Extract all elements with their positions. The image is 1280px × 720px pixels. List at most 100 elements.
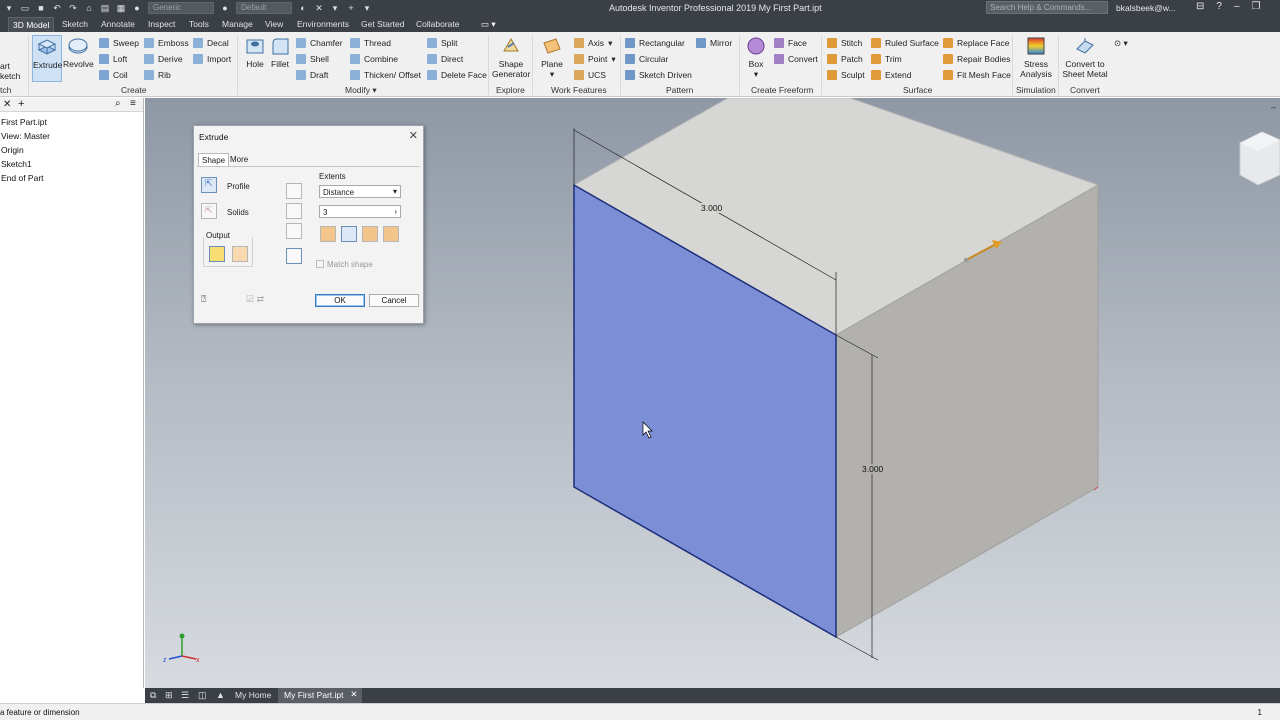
ok-button[interactable]: OK (315, 294, 365, 307)
surface-output-button[interactable] (232, 246, 248, 262)
ruled-surface-button[interactable]: Ruled Surface (871, 37, 939, 49)
tab-collaborate[interactable]: Collaborate (416, 19, 459, 29)
loft-button[interactable]: Loft (99, 53, 127, 65)
width-dimension-label[interactable]: 3.000 (700, 203, 724, 213)
home-icon[interactable]: ⌂ (84, 3, 94, 13)
modify-group-label[interactable]: Modify ▾ (345, 85, 377, 96)
appearance-combo[interactable]: Generic (148, 2, 214, 14)
rectangular-pattern-button[interactable]: Rectangular (625, 37, 685, 49)
new-icon[interactable]: ▾ (4, 3, 14, 13)
customize-icon[interactable]: ▾ (362, 3, 372, 13)
viewport-minimize-icon[interactable]: – (1271, 102, 1276, 112)
window-list-icon[interactable]: ▲ (216, 690, 225, 700)
match-shape-checkbox[interactable] (316, 260, 324, 268)
ribbon-panel-options-button[interactable]: ⊙ ▾ (1114, 37, 1128, 49)
derive-button[interactable]: Derive (144, 53, 183, 65)
material-icon[interactable]: ● (220, 3, 230, 13)
rib-button[interactable]: Rib (144, 69, 171, 81)
decal-button[interactable]: Decal (193, 37, 229, 49)
trim-button[interactable]: Trim (871, 53, 902, 65)
appearance-icon[interactable]: ● (132, 3, 142, 13)
cascade-icon[interactable]: ⧉ (150, 690, 156, 701)
circular-pattern-button[interactable]: Circular (625, 53, 668, 65)
direction2-button[interactable] (341, 226, 357, 242)
tab-manage[interactable]: Manage (222, 19, 253, 29)
tab-environments[interactable]: Environments (297, 19, 349, 29)
face-button[interactable]: Face (774, 37, 807, 49)
select-icon[interactable]: ▦ (116, 3, 126, 13)
sweep-button[interactable]: Sweep (99, 37, 139, 49)
tab-sketch[interactable]: Sketch (62, 19, 88, 29)
mirror-button[interactable]: Mirror (696, 37, 732, 49)
browser-item-part[interactable]: First Part.ipt (1, 117, 47, 127)
axis-button[interactable]: Axis ▾ (574, 37, 612, 49)
save-icon[interactable]: ■ (36, 3, 46, 13)
undo-icon[interactable]: ↶ (52, 3, 62, 13)
tab-inspect[interactable]: Inspect (148, 19, 175, 29)
shape-generator-button[interactable]: Shape Generator (492, 35, 530, 79)
sculpt-button[interactable]: Sculpt (827, 69, 865, 81)
sketch-driven-pattern-button[interactable]: Sketch Driven (625, 69, 692, 81)
help-icon[interactable]: ⍰ (201, 294, 206, 305)
minimize-icon[interactable]: – (1234, 1, 1240, 12)
tab-more[interactable]: More (227, 153, 251, 166)
from-face-button[interactable] (286, 183, 302, 199)
add-panel-icon[interactable]: + (18, 98, 24, 110)
user-account[interactable]: bkalsbeek@w... (1116, 3, 1176, 13)
box-button[interactable]: Box ▾ (741, 35, 771, 79)
direction1-button[interactable] (320, 226, 336, 242)
thicken-offset-button[interactable]: Thicken/ Offset (350, 69, 421, 81)
adjust-icon[interactable]: ▾ (330, 3, 340, 13)
plane-button[interactable]: Plane ▾ (537, 35, 567, 79)
shell-button[interactable]: Shell (296, 53, 329, 65)
open-icon[interactable]: ▭ (20, 3, 30, 13)
tab-view[interactable]: View (265, 19, 283, 29)
extents-type-select[interactable]: Distance ▾ (319, 185, 401, 198)
print-icon[interactable]: ▤ (100, 3, 110, 13)
search-icon[interactable]: ⌕ (115, 98, 121, 109)
replace-face-button[interactable]: Replace Face (943, 37, 1009, 49)
browser-item-sketch1[interactable]: Sketch1 (1, 159, 32, 169)
direction-flip-button[interactable] (286, 248, 302, 264)
ribbon-options-icon[interactable]: ▭ ▾ (481, 19, 496, 30)
direct-button[interactable]: Direct (427, 53, 463, 65)
convert-to-sheet-metal-button[interactable]: Convert to Sheet Metal (1060, 35, 1110, 79)
coil-button[interactable]: Coil (99, 69, 128, 81)
symmetric-button[interactable] (362, 226, 378, 242)
convert-button[interactable]: Convert (774, 53, 818, 65)
tab-shape[interactable]: Shape (198, 153, 230, 166)
cancel-button[interactable]: Cancel (369, 294, 419, 307)
arrange-vertical-icon[interactable]: ◫ (198, 690, 207, 701)
menu-icon[interactable]: ≡ (130, 98, 136, 109)
stress-analysis-button[interactable]: Stress Analysis (1016, 35, 1056, 79)
delete-face-button[interactable]: Delete Face (427, 69, 487, 81)
chamfer-button[interactable]: Chamfer (296, 37, 343, 49)
close-icon[interactable]: ✕ (350, 689, 357, 700)
cart-icon[interactable]: ⊟ (1196, 1, 1204, 12)
profile-select-button[interactable]: ⇱ (201, 177, 217, 193)
arrange-horizontal-icon[interactable]: ☰ (181, 690, 189, 701)
browser-item-view[interactable]: View: Master (1, 131, 50, 141)
draft-button[interactable]: Draft (296, 69, 328, 81)
revolve-button[interactable]: Revolve (63, 35, 94, 69)
solid-output-button[interactable] (209, 246, 225, 262)
preview-toggle-icon[interactable]: ☑ ⇄ (246, 294, 264, 305)
extend-button[interactable]: Extend (871, 69, 911, 81)
browser-item-end-of-part[interactable]: End of Part (1, 173, 44, 183)
tab-my-first-part[interactable]: My First Part.ipt ✕ (278, 688, 362, 703)
to-face-button[interactable] (286, 203, 302, 219)
tab-3d-model[interactable]: 3D Model (8, 17, 55, 32)
browser-item-origin[interactable]: Origin (1, 145, 24, 155)
tab-get-started[interactable]: Get Started (361, 19, 404, 29)
color-icon[interactable]: ◐ (298, 3, 308, 13)
distance-input[interactable]: 3 › (319, 205, 401, 218)
repair-bodies-button[interactable]: Repair Bodies (943, 53, 1010, 65)
restore-icon[interactable]: ❐ (1252, 1, 1261, 12)
help-search-input[interactable]: Search Help & Commands... (986, 1, 1108, 14)
close-icon[interactable]: ✕ (3, 99, 11, 110)
tab-annotate[interactable]: Annotate (101, 19, 135, 29)
emboss-button[interactable]: Emboss (144, 37, 189, 49)
combine-button[interactable]: Combine (350, 53, 398, 65)
material-combo[interactable]: Default (236, 2, 292, 14)
tile-icon[interactable]: ⊞ (165, 690, 173, 701)
